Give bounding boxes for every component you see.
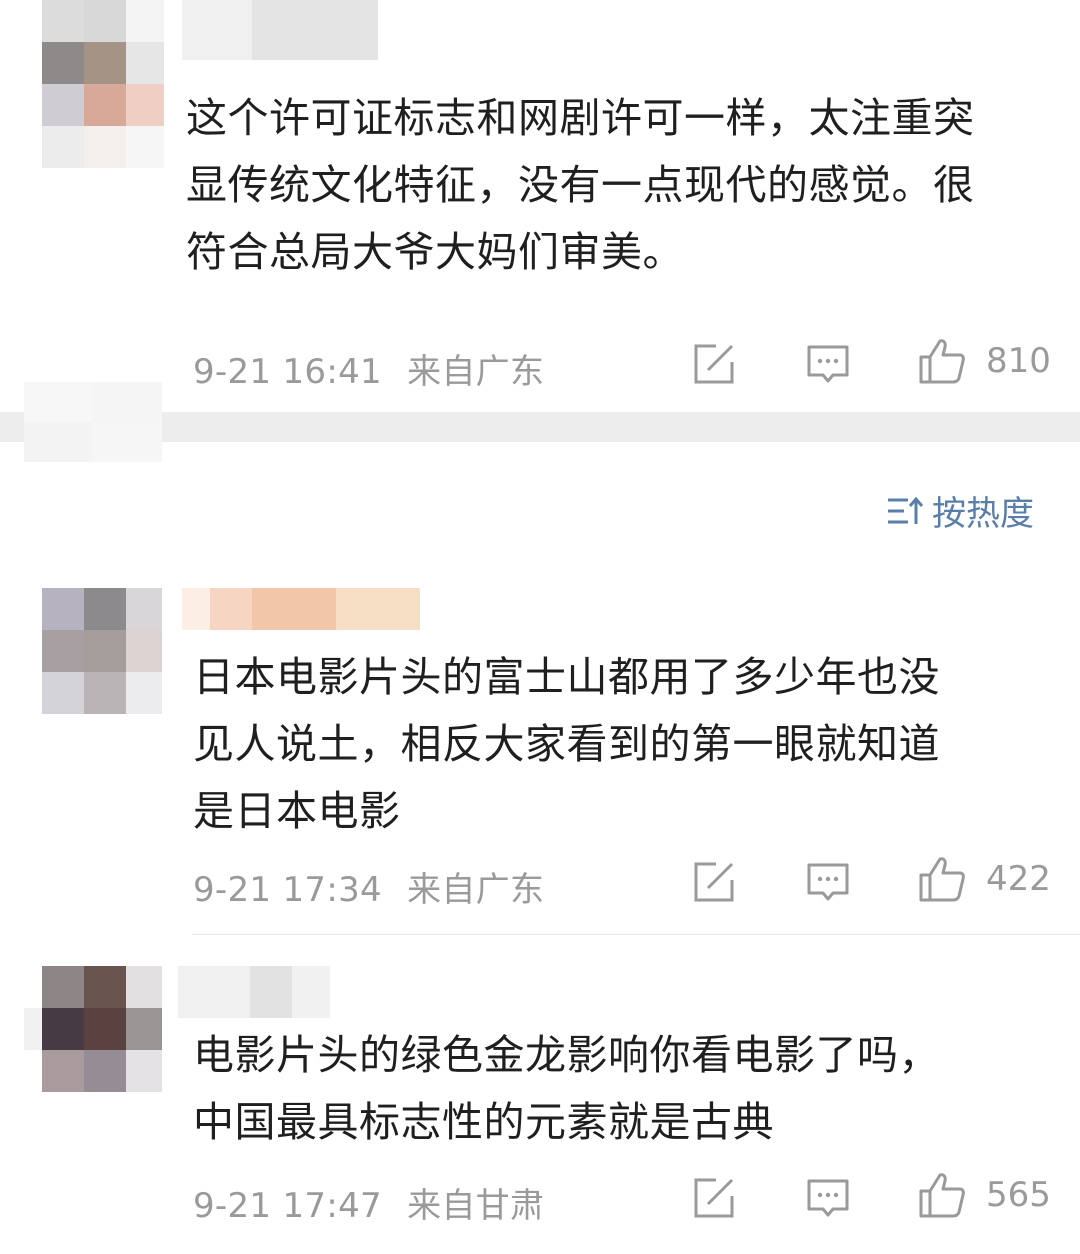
comment-icon[interactable]: [806, 1176, 850, 1220]
comment-meta: 9-21 16:41 来自广东: [193, 344, 544, 393]
username-blurred[interactable]: [182, 588, 420, 630]
sort-by-hot-button[interactable]: 按热度: [886, 486, 1034, 535]
comment-time: 9-21 16:41: [193, 352, 382, 392]
comment-meta: 9-21 17:47 来自甘肃: [193, 1178, 544, 1227]
comment-time: 9-21 17:34: [193, 870, 382, 910]
comment-source: 来自甘肃: [407, 1186, 545, 1226]
repost-icon[interactable]: [692, 860, 736, 904]
avatar[interactable]: [42, 588, 162, 714]
comment-text: 日本电影片头的富士山都用了多少年也没 见人说土，相反大家看到的第一眼就知道 是日…: [193, 653, 940, 835]
comment-text: 电影片头的绿色金龙影响你看电影了吗， 中国最具标志性的元素就是古典: [193, 1031, 940, 1146]
avatar[interactable]: [42, 0, 164, 168]
username-blurred[interactable]: [182, 0, 378, 60]
like-count: 422: [986, 859, 1051, 899]
avatar-blur-edge: [24, 1008, 42, 1050]
comment-time: 9-21 17:47: [193, 1186, 382, 1226]
sort-icon: [888, 496, 924, 524]
divider: [192, 934, 1080, 935]
like-button[interactable]: 565: [918, 1171, 1051, 1219]
sort-label: 按热度: [932, 494, 1034, 534]
comment-list-page: 这个许可证标志和网剧许可一样，太注重突 显传统文化特征，没有一点现代的感觉。很 …: [0, 0, 1080, 1254]
thumbs-up-icon: [919, 857, 965, 902]
comment-meta: 9-21 17:34 来自广东: [193, 862, 544, 911]
comment-icon[interactable]: [806, 342, 850, 386]
thumbs-up-icon: [919, 1173, 965, 1218]
repost-icon[interactable]: [692, 1176, 736, 1220]
avatar[interactable]: [42, 966, 162, 1092]
like-button[interactable]: 422: [918, 855, 1051, 903]
avatar-blurred-fragment: [24, 382, 162, 462]
comment-source: 来自广东: [407, 870, 545, 910]
like-button[interactable]: 810: [918, 337, 1051, 385]
comment-text: 这个许可证标志和网剧许可一样，太注重突 显传统文化特征，没有一点现代的感觉。很 …: [186, 94, 975, 276]
comment-source: 来自广东: [407, 352, 545, 392]
section-separator: [0, 412, 1080, 442]
thumbs-up-icon: [919, 339, 965, 384]
like-count: 810: [986, 341, 1051, 381]
username-blurred[interactable]: [178, 966, 330, 1018]
like-count: 565: [986, 1175, 1051, 1215]
comment-icon[interactable]: [806, 860, 850, 904]
repost-icon[interactable]: [692, 342, 736, 386]
